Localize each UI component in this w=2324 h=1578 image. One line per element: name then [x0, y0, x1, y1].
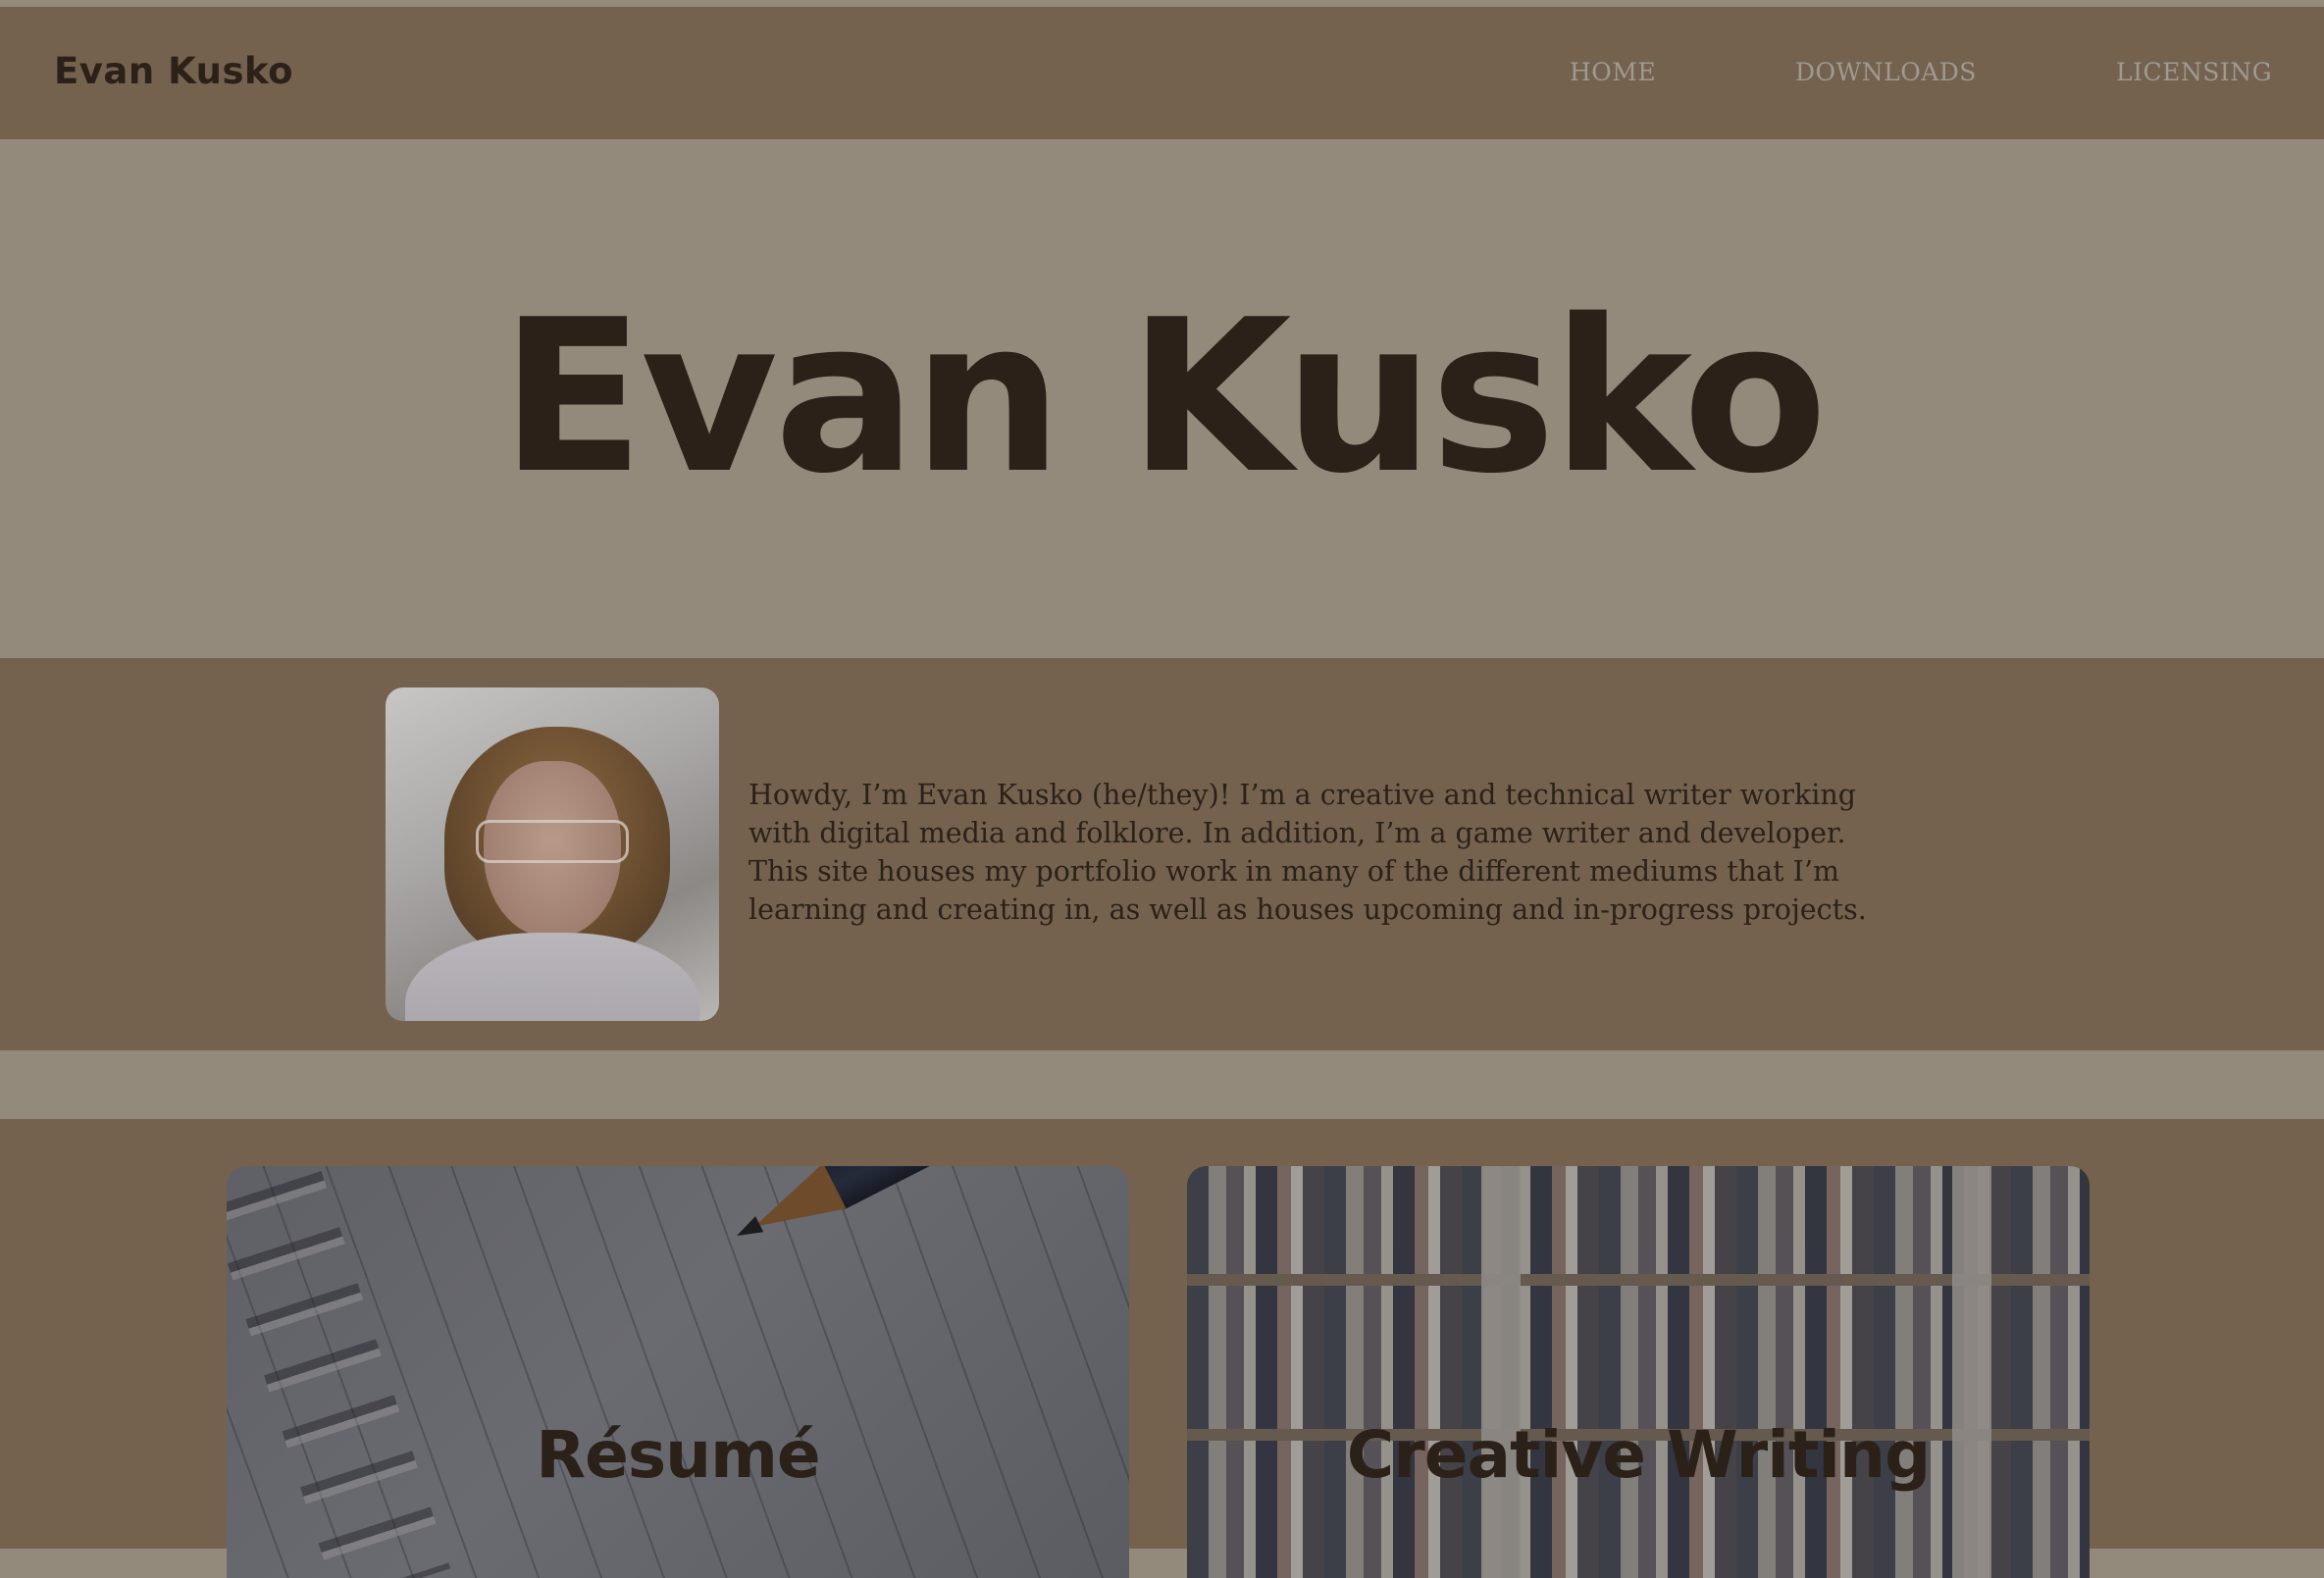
profile-photo-shirt — [405, 933, 699, 1021]
creative-writing-card[interactable]: Creative Writing — [1187, 1166, 2090, 1578]
profile-photo-glasses — [476, 820, 629, 863]
about-section: Howdy, I’m Evan Kusko (he/they)! I’m a c… — [0, 658, 2324, 1050]
portfolio-cards: Résumé Creative Writing — [0, 1119, 2324, 1578]
profile-photo — [386, 687, 719, 1021]
nav-licensing-link[interactable]: LICENSING — [2116, 58, 2272, 86]
site-header: Evan Kusko HOME DOWNLOADS LICENSING — [0, 7, 2324, 139]
resume-card-title[interactable]: Résumé — [227, 1423, 1129, 1488]
hero-title: Evan Kusko — [500, 274, 1828, 520]
site-brand[interactable]: Evan Kusko — [54, 50, 293, 92]
bookshelf-pillar — [1481, 1166, 1521, 1578]
resume-card[interactable]: Résumé — [227, 1166, 1129, 1578]
creative-writing-card-title[interactable]: Creative Writing — [1187, 1423, 2090, 1488]
nav-home-link[interactable]: HOME — [1570, 58, 1656, 86]
top-border — [0, 0, 2324, 7]
section-divider — [0, 1050, 2324, 1119]
bookshelf-pillar — [1952, 1166, 1991, 1578]
hero-section: Evan Kusko — [0, 139, 2324, 658]
bio-text: Howdy, I’m Evan Kusko (he/they)! I’m a c… — [749, 779, 1867, 926]
nav-downloads-link[interactable]: DOWNLOADS — [1795, 58, 1977, 86]
